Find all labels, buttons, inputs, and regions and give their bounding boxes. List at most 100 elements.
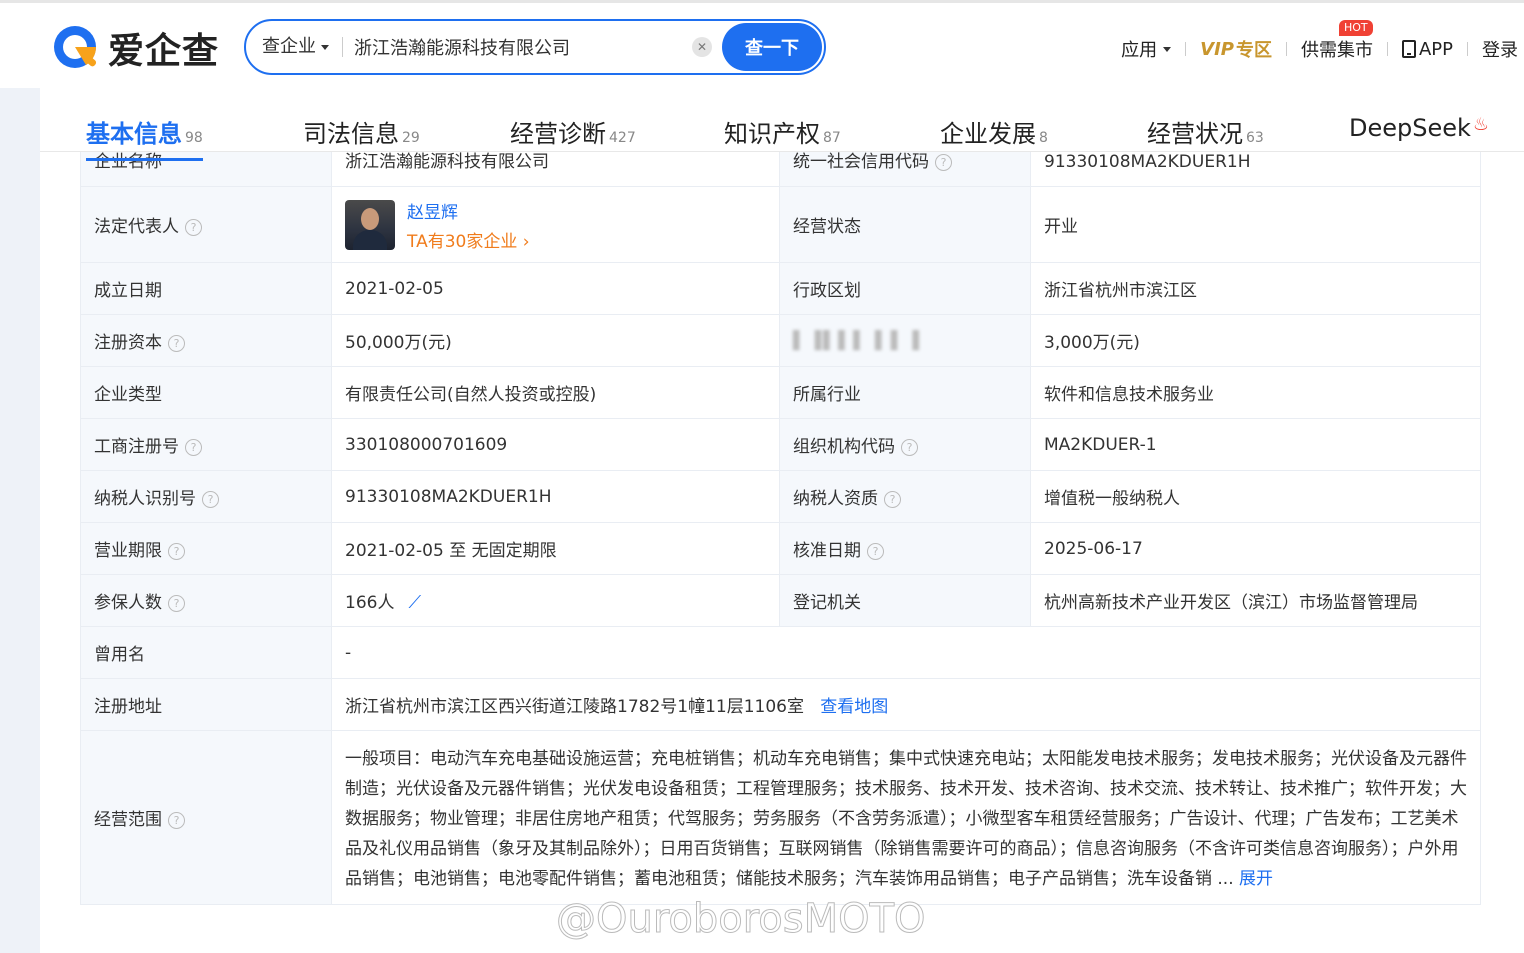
chevron-down-icon [1163,46,1172,52]
expand-link[interactable]: 展开 [1239,869,1273,889]
table-row: 企业类型 有限责任公司(自然人投资或控股) 所属行业 软件和信息技术服务业 [80,366,1481,419]
avatar[interactable] [345,199,395,250]
org-code-value: MA2KDUER-1 [1030,418,1481,471]
help-icon[interactable]: ? [935,153,952,171]
search-input[interactable] [354,29,684,65]
flame-icon: ♨ [1472,114,1490,135]
logo-text: 爱企查 [108,31,220,72]
nav-apps-label: 应用 [1121,40,1158,61]
logo[interactable]: 爱企查 [50,21,219,75]
table-row: 参保人数? 166人 ⟋ 登记机关 杭州高新技术产业开发区（滨江）市场监督管理局 [80,574,1481,627]
watermark: @OuroborosMOTO [556,896,927,943]
nav-market-label: 供需集市 [1300,40,1373,61]
org-code-label: 组织机构代码? [779,418,1031,471]
former-name-value: - [331,626,1481,679]
search-type-label: 查企业 [262,36,316,57]
help-icon[interactable]: ? [202,490,219,508]
table-row: 法定代表人? 赵昱辉 TA有30家企业 › 经营状态 开业 [80,186,1481,263]
tab-label: 经营状况 [1147,120,1243,148]
region-label: 行政区划 [779,262,1031,315]
help-icon[interactable]: ? [168,334,185,352]
top-nav: 应用 VIP 专区 供需集市 HOT APP 登录 [1115,20,1524,65]
nav-market[interactable]: 供需集市 HOT [1295,20,1379,62]
insured-value: 166人 ⟋ [331,574,780,627]
nav-divider [1386,42,1388,56]
address-value: 浙江省杭州市滨江区西兴街道江陵路1782号1幢11层1106室 查看地图 [331,678,1481,731]
tax-id-value: 91330108MA2KDUER1H [331,470,780,523]
scope-value: 一般项目：电动汽车充电基础设施运营；充电桩销售；机动车充电销售；集中式快速充电站… [331,730,1481,905]
tab-development[interactable]: 企业发展 8 [940,114,1048,149]
chevron-down-icon [321,44,329,50]
help-icon[interactable]: ? [867,542,884,560]
nav-app-label: APP [1418,38,1453,60]
tax-id-label: 纳税人识别号? [80,470,332,523]
tab-label: 企业发展 [940,120,1036,148]
tab-count: 63 [1246,130,1264,146]
tab-count: 29 [402,130,420,146]
nav-vip[interactable]: VIP 专区 [1194,36,1278,62]
term-value: 2021-02-05 至 无固定期限 [331,522,780,575]
tab-bar: 基本信息 98 司法信息 29 经营诊断 427 知识产权 87 企业发展 8 经营状况 6… [40,88,1524,161]
clear-icon[interactable]: ✕ [692,37,712,57]
table-row: 曾用名 - [80,626,1481,679]
tab-ip[interactable]: 知识产权 87 [724,114,841,149]
help-icon[interactable]: ? [168,811,185,829]
legal-rep-name-link[interactable]: 赵昱辉 [407,198,530,223]
tax-qual-label: 纳税人资质? [779,470,1031,523]
search-button[interactable]: 查一下 [722,23,822,71]
main-panel: 基本信息 98 司法信息 29 经营诊断 427 知识产权 87 企业发展 8 经营状况 6… [40,88,1524,953]
phone-icon [1401,40,1416,58]
info-table: 企业名称 浙江浩瀚能源科技有限公司 统一社会信用代码? 91330108MA2K… [80,140,1481,905]
founded-label: 成立日期 [80,262,332,315]
address-label: 注册地址 [80,678,332,731]
nav-divider [1285,42,1287,56]
paid-capital-label: ▌▐▌▌▌▐ ▌▐ [779,314,1031,367]
logo-icon [54,26,97,68]
search-type-select[interactable]: 查企业 [262,21,329,73]
table-row: 纳税人识别号? 91330108MA2KDUER1H 纳税人资质? 增值税一般纳… [80,470,1481,523]
vip-zone-label: 专区 [1235,40,1272,61]
chevron-right-icon: › [522,231,530,252]
authority-value: 杭州高新技术产业开发区（滨江）市场监督管理局 [1030,574,1481,627]
nav-apps[interactable]: 应用 [1115,36,1177,62]
tab-operations[interactable]: 经营状况 63 [1147,114,1264,149]
tab-basic-info[interactable]: 基本信息 98 [86,114,203,161]
nav-login[interactable]: 登录 [1476,36,1524,62]
site-header: 爱企查 查企业 ✕ 查一下 应用 VIP 专区 供需集市 HOT APP [0,3,1524,88]
approved-label: 核准日期? [779,522,1031,575]
vip-label: VIP [1200,38,1234,60]
table-row: 营业期限? 2021-02-05 至 无固定期限 核准日期? 2025-06-1… [80,522,1481,575]
type-label: 企业类型 [80,366,332,419]
table-row: 注册地址 浙江省杭州市滨江区西兴街道江陵路1782号1幢11层1106室 查看地… [80,678,1481,731]
tab-label: 基本信息 [86,120,182,148]
tab-judicial[interactable]: 司法信息 29 [303,114,420,149]
view-map-link[interactable]: 查看地图 [820,697,888,717]
help-icon[interactable]: ? [901,438,918,456]
nav-app[interactable]: APP [1396,39,1459,60]
tab-deepseek[interactable]: DeepSeek ♨ [1349,114,1489,142]
help-icon[interactable]: ? [168,594,185,612]
search-bar: 查企业 ✕ 查一下 [244,19,826,75]
tax-qual-value: 增值税一般纳税人 [1030,470,1481,523]
help-icon[interactable]: ? [884,490,901,508]
tab-count: 8 [1039,130,1048,146]
approved-value: 2025-06-17 [1030,522,1481,575]
table-row: 注册资本? 50,000万(元) ▌▐▌▌▌▐ ▌▐ 3,000万(元) [80,314,1481,367]
legal-rep-value: 赵昱辉 TA有30家企业 › [331,186,780,263]
table-row: 工商注册号? 330108000701609 组织机构代码? MA2KDUER-… [80,418,1481,471]
paid-capital-value: 3,000万(元) [1030,314,1481,367]
legal-rep-companies-link[interactable]: TA有30家企业 › [407,227,530,252]
reg-capital-label: 注册资本? [80,314,332,367]
reg-no-value: 330108000701609 [331,418,780,471]
industry-label: 所属行业 [779,366,1031,419]
trend-chart-icon[interactable]: ⟋ [408,592,421,613]
tab-label: DeepSeek [1349,114,1471,142]
insured-label: 参保人数? [80,574,332,627]
help-icon[interactable]: ? [185,218,202,236]
tab-diagnosis[interactable]: 经营诊断 427 [510,114,636,149]
term-label: 营业期限? [80,522,332,575]
authority-label: 登记机关 [779,574,1031,627]
help-icon[interactable]: ? [168,542,185,560]
help-icon[interactable]: ? [185,438,202,456]
status-label: 经营状态 [779,186,1031,263]
